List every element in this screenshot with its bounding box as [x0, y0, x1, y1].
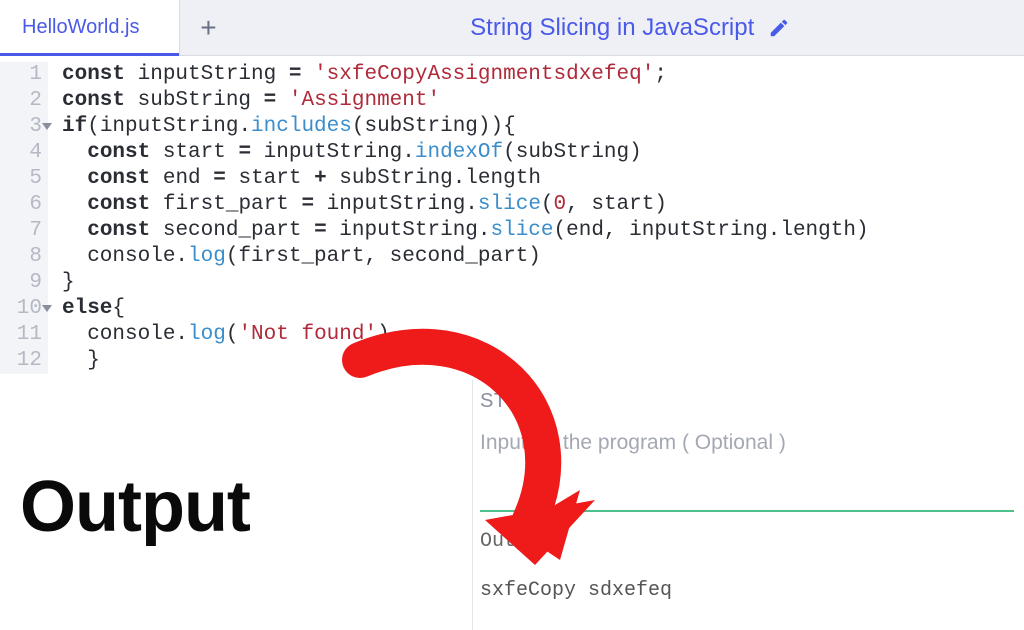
- plus-icon: +: [200, 12, 216, 44]
- line-number: 11: [0, 322, 42, 348]
- project-title[interactable]: String Slicing in JavaScript: [470, 14, 754, 42]
- code-line[interactable]: if(inputString.includes(subString)){: [62, 114, 869, 140]
- code-line[interactable]: const first_part = inputString.slice(0, …: [62, 192, 869, 218]
- add-tab-button[interactable]: +: [180, 0, 236, 55]
- line-number: 1: [0, 62, 42, 88]
- line-number: 8: [0, 244, 42, 270]
- panel-divider: [472, 380, 473, 630]
- line-number: 10: [0, 296, 42, 322]
- output-divider: [480, 510, 1014, 512]
- code-line[interactable]: console.log('Not found'): [62, 322, 869, 348]
- annotation-label: Output: [20, 466, 250, 548]
- output-text: sxfeCopy sdxefeq: [480, 579, 672, 602]
- edit-icon[interactable]: [768, 17, 790, 39]
- line-number: 2: [0, 88, 42, 114]
- line-number: 9: [0, 270, 42, 296]
- code-line[interactable]: const start = inputString.indexOf(subStr…: [62, 140, 869, 166]
- code-line[interactable]: else{: [62, 296, 869, 322]
- stdin-label: STDIN: [480, 390, 1014, 413]
- code-line[interactable]: const subString = 'Assignment': [62, 88, 869, 114]
- line-gutter: 123456789101112: [0, 62, 48, 374]
- line-number: 5: [0, 166, 42, 192]
- output-panel: Output: sxfeCopy sdxefeq: [480, 530, 672, 602]
- line-number: 7: [0, 218, 42, 244]
- stdin-panel: STDIN Input for the program ( Optional ): [480, 390, 1014, 455]
- line-number: 4: [0, 140, 42, 166]
- line-number: 12: [0, 348, 42, 374]
- project-title-area: String Slicing in JavaScript: [236, 14, 1024, 42]
- file-tab-label: HelloWorld.js: [22, 16, 139, 39]
- stdin-input[interactable]: Input for the program ( Optional ): [480, 431, 1014, 455]
- code-line[interactable]: }: [62, 270, 869, 296]
- code-line[interactable]: const end = start + subString.length: [62, 166, 869, 192]
- code-line[interactable]: }: [62, 348, 869, 374]
- line-number: 3: [0, 114, 42, 140]
- code-line[interactable]: console.log(first_part, second_part): [62, 244, 869, 270]
- code-line[interactable]: const second_part = inputString.slice(en…: [62, 218, 869, 244]
- code-line[interactable]: const inputString = 'sxfeCopyAssignments…: [62, 62, 869, 88]
- lower-panel: STDIN Input for the program ( Optional )…: [0, 390, 1024, 630]
- file-tab[interactable]: HelloWorld.js: [0, 0, 180, 55]
- code-editor[interactable]: 123456789101112 const inputString = 'sxf…: [0, 56, 1024, 374]
- tab-bar: HelloWorld.js + String Slicing in JavaSc…: [0, 0, 1024, 56]
- line-number: 6: [0, 192, 42, 218]
- code-area[interactable]: const inputString = 'sxfeCopyAssignments…: [48, 62, 869, 374]
- output-label: Output:: [480, 530, 672, 553]
